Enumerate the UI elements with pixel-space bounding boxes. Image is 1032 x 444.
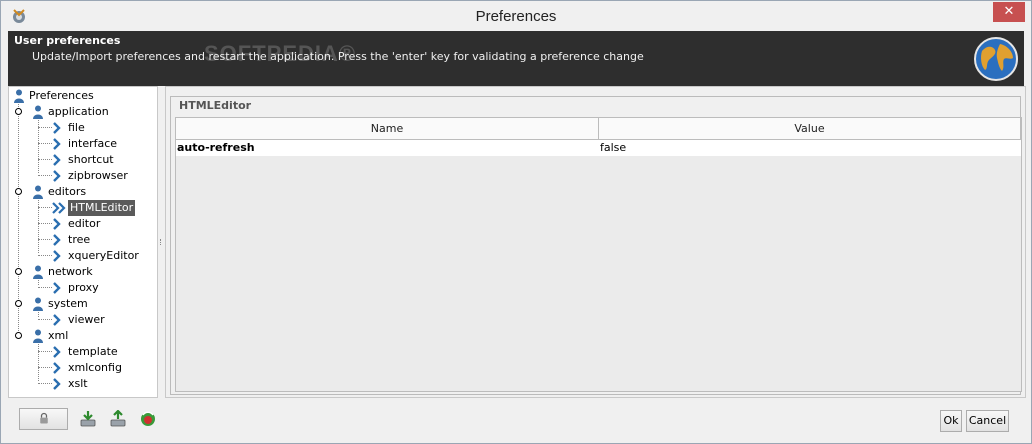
tree-label: viewer (68, 313, 105, 326)
tree-label: interface (68, 137, 118, 150)
expand-toggle-system[interactable] (15, 300, 22, 307)
chevron-right-icon (53, 362, 61, 374)
ok-button[interactable]: Ok (940, 410, 962, 432)
tree-label: editors (48, 185, 87, 198)
lock-icon (39, 412, 48, 424)
cancel-button[interactable]: Cancel (966, 410, 1009, 432)
tree-leaf-viewer[interactable]: viewer (52, 312, 107, 328)
chevron-right-icon (53, 138, 61, 150)
group-title: HTMLEditor (177, 99, 254, 112)
htmleditor-group: HTMLEditor Name Value auto-refresh false (170, 96, 1022, 395)
tree-leaf-editor[interactable]: editor (52, 216, 102, 232)
tree-label: Preferences (29, 89, 94, 102)
chevron-right-icon (53, 234, 61, 246)
double-chevron-right-icon (52, 202, 66, 214)
tree-leaf-file[interactable]: file (52, 120, 87, 136)
chevron-right-icon (53, 170, 61, 182)
preferences-tree[interactable]: Preferences application file interface s… (8, 86, 158, 398)
chevron-right-icon (53, 314, 61, 326)
cell-value[interactable]: false (599, 140, 1020, 156)
close-button[interactable]: ✕ (993, 2, 1025, 22)
chevron-right-icon (53, 218, 61, 230)
chevron-right-icon (53, 122, 61, 134)
chevron-right-icon (53, 282, 61, 294)
tree-leaf-htmleditor[interactable]: HTMLEditor (52, 200, 136, 216)
person-icon (33, 329, 43, 343)
tree-leaf-zipbrowser[interactable]: zipbrowser (52, 168, 130, 184)
tree-label: file (68, 121, 85, 134)
tree-leaf-template[interactable]: template (52, 344, 120, 360)
table-row[interactable]: auto-refresh false (176, 140, 1021, 156)
header-description: Update/Import preferences and restart th… (32, 50, 644, 63)
tree-leaf-xmlconfig[interactable]: xmlconfig (52, 360, 124, 376)
tree-label: zipbrowser (68, 169, 128, 182)
column-header-value[interactable]: Value (599, 118, 1021, 140)
tree-label: xslt (68, 377, 88, 390)
preferences-header: User preferences SOFTPEDIA® Update/Impor… (8, 31, 1024, 86)
tree-label: tree (68, 233, 91, 246)
person-icon (14, 89, 24, 103)
tree-node-editors[interactable]: editors (32, 184, 88, 200)
lock-button[interactable] (19, 408, 68, 430)
person-icon (33, 105, 43, 119)
title-bar: Preferences ✕ (1, 1, 1031, 31)
header-title: User preferences (14, 34, 121, 47)
import-icon[interactable] (79, 410, 97, 428)
tree-label: xqueryEditor (68, 249, 139, 262)
tree-label: template (68, 345, 118, 358)
tree-label: xmlconfig (68, 361, 122, 374)
preferences-table[interactable]: Name Value auto-refresh false (175, 117, 1022, 392)
panel-splitter[interactable] (158, 86, 164, 398)
tree-node-application[interactable]: application (32, 104, 111, 120)
tree-node-network[interactable]: network (32, 264, 95, 280)
export-icon[interactable] (109, 410, 127, 428)
tree-label: HTMLEditor (68, 200, 136, 216)
tree-label: proxy (68, 281, 99, 294)
column-header-name[interactable]: Name (176, 118, 599, 140)
tree-label: editor (68, 217, 101, 230)
expand-toggle-xml[interactable] (15, 332, 22, 339)
globe-icon (974, 37, 1018, 81)
expand-toggle-network[interactable] (15, 268, 22, 275)
tree-label: system (48, 297, 88, 310)
cell-name: auto-refresh (177, 141, 255, 154)
tree-label: shortcut (68, 153, 114, 166)
tree-label: network (48, 265, 93, 278)
tree-node-xml[interactable]: xml (32, 328, 70, 344)
preferences-content: HTMLEditor Name Value auto-refresh false (165, 86, 1026, 398)
expand-toggle-application[interactable] (15, 108, 22, 115)
tree-root-preferences[interactable]: Preferences (13, 88, 96, 104)
chevron-right-icon (53, 378, 61, 390)
expand-toggle-editors[interactable] (15, 188, 22, 195)
tree-node-system[interactable]: system (32, 296, 90, 312)
tree-leaf-tree[interactable]: tree (52, 232, 92, 248)
tree-leaf-interface[interactable]: interface (52, 136, 119, 152)
chevron-right-icon (53, 346, 61, 358)
chevron-right-icon (53, 250, 61, 262)
tree-label: application (48, 105, 109, 118)
reset-icon[interactable] (139, 410, 157, 428)
chevron-right-icon (53, 154, 61, 166)
tree-label: xml (48, 329, 69, 342)
tree-leaf-proxy[interactable]: proxy (52, 280, 101, 296)
window-title: Preferences (475, 8, 557, 25)
tree-leaf-xslt[interactable]: xslt (52, 376, 90, 392)
tree-leaf-shortcut[interactable]: shortcut (52, 152, 116, 168)
preferences-window: Preferences ✕ User preferences SOFTPEDIA… (0, 0, 1032, 444)
person-icon (33, 185, 43, 199)
tree-leaf-xqueryeditor[interactable]: xqueryEditor (52, 248, 141, 264)
person-icon (33, 297, 43, 311)
person-icon (33, 265, 43, 279)
bottom-toolbar: Ok Cancel (1, 399, 1031, 443)
